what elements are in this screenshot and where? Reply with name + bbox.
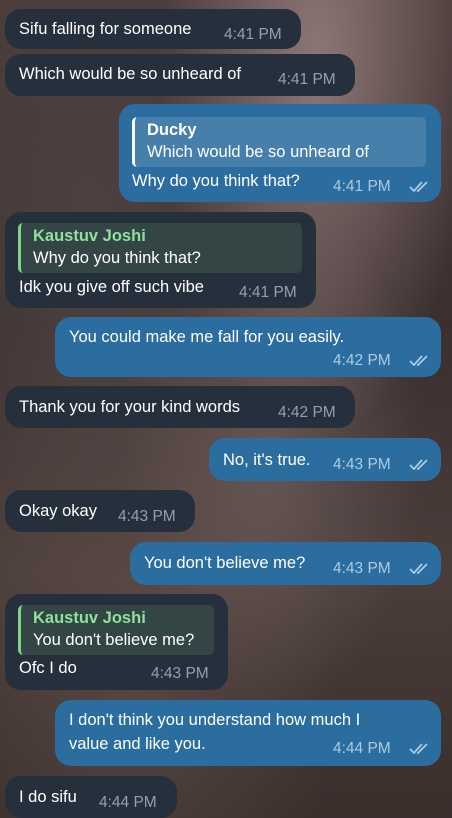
message-text: You don't believe me? [144, 554, 306, 572]
message-text: Thank you for your kind words [19, 398, 241, 416]
message-time: 4:43 PM [333, 456, 391, 473]
message-text: Which would be so unheard of [19, 65, 241, 83]
message-text: Okay okay [19, 502, 97, 520]
message-bubble-outgoing[interactable]: Ducky Which would be so unheard of Why d… [119, 104, 441, 202]
message-bubble-outgoing[interactable]: No, it's true. 4:43 PM [209, 438, 441, 481]
message-bubble-incoming[interactable]: Kaustuv Joshi Why do you think that? Idk… [5, 212, 316, 308]
message-bubble-incoming[interactable]: Kaustuv Joshi You don't believe me? Ofc … [5, 594, 228, 690]
message-time: 4:41 PM [278, 71, 336, 88]
reply-author: Ducky [147, 121, 197, 139]
message-time: 4:41 PM [224, 26, 282, 43]
double-check-icon [409, 743, 428, 755]
message-time: 4:42 PM [278, 404, 336, 421]
reply-text: Why do you think that? [33, 249, 201, 267]
double-check-icon [409, 355, 428, 367]
reply-author: Kaustuv Joshi [33, 227, 146, 245]
message-bubble-outgoing[interactable]: You don't believe me? 4:43 PM [130, 542, 441, 585]
message-time: 4:41 PM [333, 178, 391, 195]
reply-quote[interactable]: Kaustuv Joshi You don't believe me? [18, 605, 214, 655]
message-bubble-outgoing[interactable]: You could make me fall for you easily. 4… [55, 317, 441, 377]
message-text: I do sifu [19, 788, 77, 806]
message-bubble-incoming[interactable]: Thank you for your kind words 4:42 PM [5, 386, 355, 428]
message-time: 4:43 PM [151, 665, 209, 682]
message-text-line-1: I don't think you understand how much I [69, 711, 361, 729]
message-time: 4:44 PM [333, 740, 391, 757]
message-text: Idk you give off such vibe [19, 278, 204, 296]
message-text: Ofc I do [19, 659, 77, 677]
double-check-icon [409, 459, 428, 471]
message-bubble-incoming[interactable]: I do sifu 4:44 PM [5, 776, 177, 818]
message-time: 4:43 PM [333, 560, 391, 577]
message-time: 4:43 PM [118, 508, 176, 525]
message-text: Sifu falling for someone [19, 20, 192, 38]
message-text-line-2: value and like you. [69, 735, 206, 753]
double-check-icon [409, 181, 428, 193]
reply-text: Which would be so unheard of [147, 143, 369, 161]
reply-quote[interactable]: Kaustuv Joshi Why do you think that? [18, 223, 302, 273]
message-time: 4:41 PM [239, 284, 297, 301]
message-bubble-incoming[interactable]: Okay okay 4:43 PM [5, 490, 195, 532]
message-text: No, it's true. [223, 451, 311, 469]
message-bubble-incoming[interactable]: Which would be so unheard of 4:41 PM [5, 54, 355, 96]
message-bubble-incoming[interactable]: Sifu falling for someone 4:41 PM [5, 9, 301, 49]
reply-author: Kaustuv Joshi [33, 609, 146, 627]
message-time: 4:44 PM [99, 794, 157, 811]
reply-quote[interactable]: Ducky Which would be so unheard of [132, 117, 426, 167]
message-text: Why do you think that? [132, 172, 300, 190]
message-text: You could make me fall for you easily. [69, 328, 345, 346]
double-check-icon [409, 563, 428, 575]
reply-text: You don't believe me? [33, 631, 195, 649]
message-time: 4:42 PM [333, 352, 391, 369]
message-bubble-outgoing[interactable]: I don't think you understand how much I … [55, 700, 441, 766]
